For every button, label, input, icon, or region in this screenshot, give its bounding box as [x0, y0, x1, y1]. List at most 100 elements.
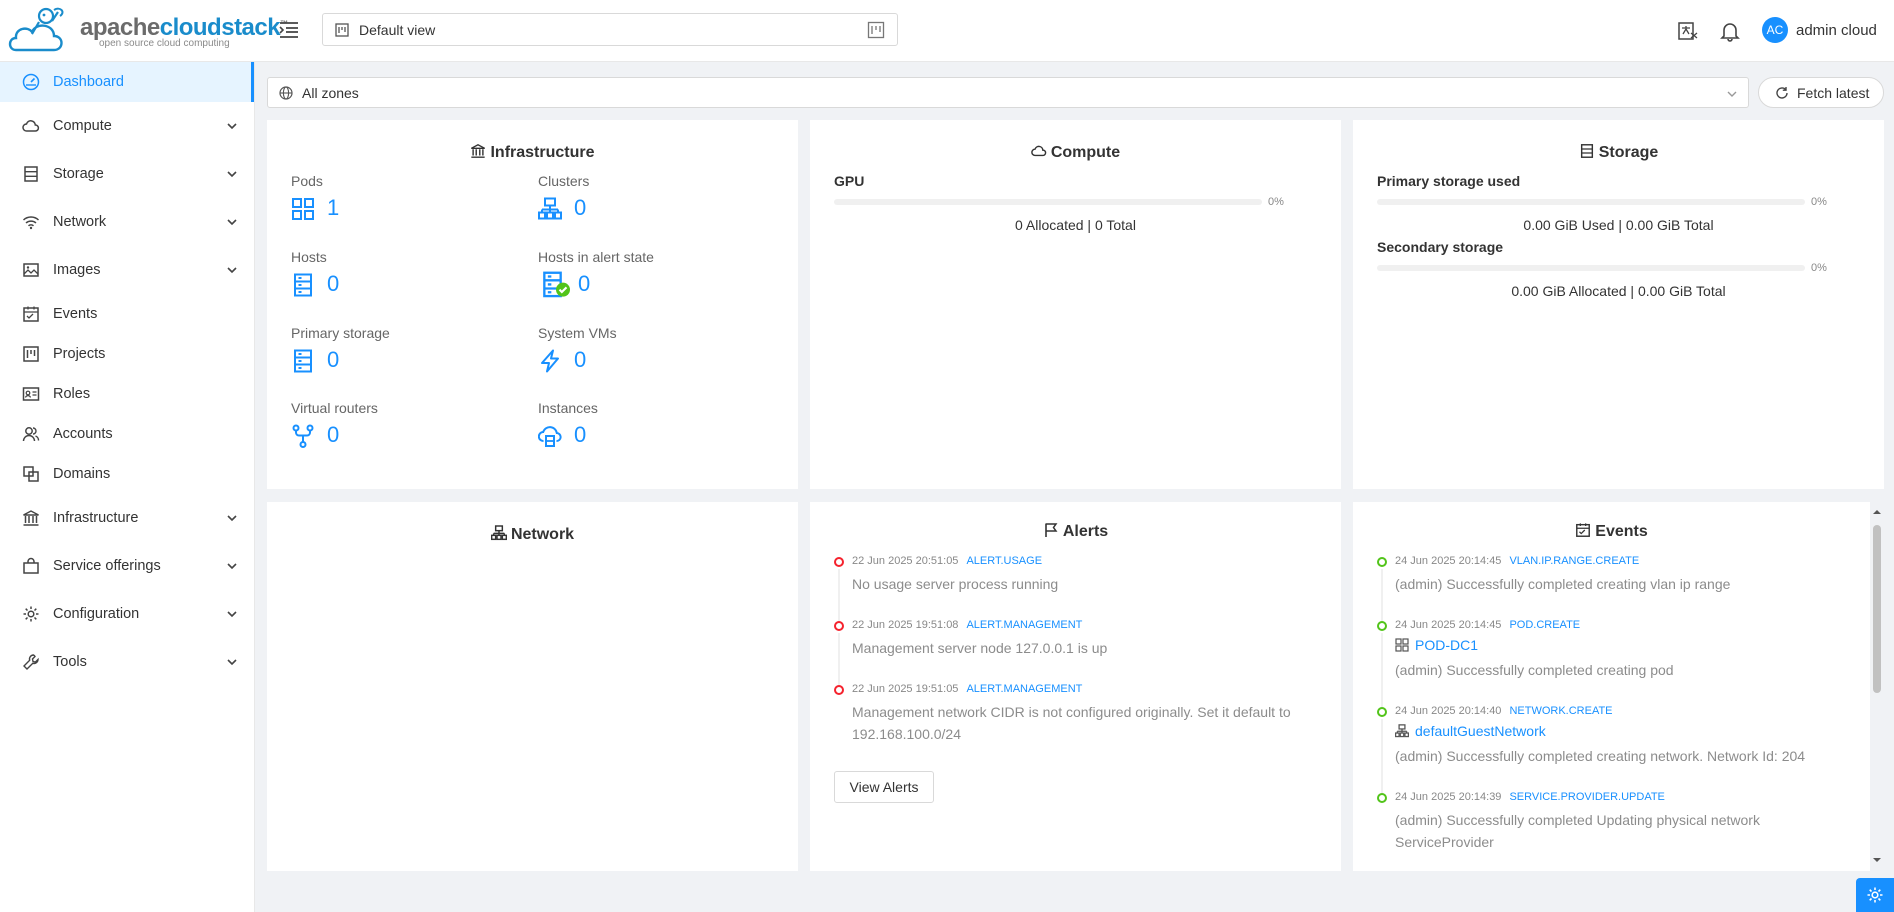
alert-description: Management network CIDR is not configure…: [852, 704, 1291, 742]
sidebar-item-service-offerings[interactable]: Service offerings: [0, 546, 254, 586]
stat-clusters[interactable]: Clusters 0: [538, 173, 589, 220]
sidebar-item-compute[interactable]: Compute: [0, 106, 254, 146]
sidebar-item-configuration[interactable]: Configuration: [0, 594, 254, 634]
stat-pods[interactable]: Pods 1: [291, 173, 339, 220]
storage-title-text: Storage: [1598, 144, 1659, 161]
stat-hosts-in-alert-state[interactable]: Hosts in alert state 0: [538, 249, 654, 298]
sidebar-item-label: Domains: [53, 466, 111, 482]
event-time: 24 Jun 2025 20:14:40: [1395, 705, 1502, 717]
zone-select[interactable]: All zones: [267, 77, 1749, 108]
chevron-down-icon: [227, 611, 237, 618]
event-description: (admin) Successfully completed creating …: [1395, 748, 1806, 764]
translation-icon[interactable]: [1677, 20, 1699, 42]
cloud-server-icon: [538, 426, 562, 447]
events-title-text: Events: [1595, 523, 1648, 540]
event-resource-name: POD-DC1: [1415, 637, 1479, 653]
sidebar-item-tools[interactable]: Tools: [0, 642, 254, 682]
avatar[interactable]: AC: [1762, 17, 1788, 43]
event-dot: [1377, 557, 1387, 567]
primary-storage-percent: 0%: [1811, 196, 1827, 208]
project-icon: [335, 23, 349, 37]
sidebar-item-infrastructure[interactable]: Infrastructure: [0, 498, 254, 538]
sidebar-item-dashboard[interactable]: Dashboard: [0, 62, 254, 102]
schedule-icon: [1576, 523, 1591, 537]
picture-icon: [23, 263, 39, 277]
sidebar-item-label: Storage: [53, 166, 104, 182]
stat-hosts[interactable]: Hosts 0: [291, 249, 339, 297]
stat-label: Hosts in alert state: [538, 249, 654, 265]
scroll-down-icon[interactable]: [1870, 853, 1884, 867]
alert-type[interactable]: ALERT.MANAGEMENT: [966, 619, 1082, 631]
fork-icon: [292, 424, 314, 448]
alert-type[interactable]: ALERT.MANAGEMENT: [966, 683, 1082, 695]
event-time: 24 Jun 2025 20:14:45: [1395, 555, 1502, 567]
timeline-line: [1381, 633, 1383, 707]
sidebar-item-storage[interactable]: Storage: [0, 154, 254, 194]
sidebar-item-label: Dashboard: [53, 74, 124, 90]
bank-icon: [471, 144, 486, 158]
menu-fold-icon[interactable]: [278, 20, 300, 40]
primary-storage-caption: 0.00 GiB Used | 0.00 GiB Total: [1523, 217, 1714, 233]
event-time-row: 24 Jun 2025 20:14:45 POD.CREATE: [1395, 619, 1580, 631]
stat-value: 0: [327, 422, 340, 447]
sidebar-item-events[interactable]: Events: [0, 294, 254, 334]
appstore-icon: [292, 198, 314, 220]
network-card-title: Network: [267, 525, 798, 544]
event-resource-link[interactable]: POD-DC1: [1395, 637, 1478, 653]
team-icon: [22, 427, 40, 442]
cloudstack-logo[interactable]: apachecloudstack™ open source cloud comp…: [6, 4, 288, 58]
event-type[interactable]: VLAN.IP.RANGE.CREATE: [1509, 555, 1639, 567]
scrollbar-thumb[interactable]: [1873, 525, 1881, 693]
flag-icon: [1045, 523, 1058, 537]
dashboard-icon: [22, 73, 40, 91]
stat-label: Pods: [291, 173, 323, 189]
event-type[interactable]: SERVICE.PROVIDER.UPDATE: [1509, 791, 1664, 803]
dashboard-view-select[interactable]: Default view: [322, 13, 898, 46]
network-card: Network: [267, 502, 798, 871]
cluster-icon: [538, 197, 562, 220]
timeline-line: [838, 633, 840, 685]
view-alerts-button[interactable]: View Alerts: [834, 771, 934, 803]
tool-icon: [23, 654, 39, 670]
fetch-latest-button[interactable]: Fetch latest: [1758, 77, 1884, 108]
project-icon: [867, 21, 885, 39]
top-header: apachecloudstack™ open source cloud comp…: [0, 0, 1894, 62]
scroll-up-icon[interactable]: [1870, 505, 1884, 519]
event-type[interactable]: POD.CREATE: [1509, 619, 1580, 631]
sidebar: Dashboard Compute Storage Network Images…: [0, 62, 255, 912]
sidebar-item-roles[interactable]: Roles: [0, 374, 254, 414]
event-dot: [1377, 707, 1387, 717]
page-scrollbar[interactable]: [1870, 503, 1884, 871]
sidebar-item-label: Service offerings: [53, 558, 161, 574]
sidebar-item-accounts[interactable]: Accounts: [0, 414, 254, 454]
bell-icon[interactable]: [1719, 20, 1741, 42]
event-time-row: 24 Jun 2025 20:14:39 SERVICE.PROVIDER.UPD…: [1395, 791, 1665, 803]
brand-word-apache: apache: [80, 14, 160, 41]
chevron-down-icon: [1727, 91, 1737, 97]
sidebar-item-label: Compute: [53, 118, 112, 134]
project-icon: [23, 346, 39, 362]
stat-system-vms[interactable]: System VMs 0: [538, 325, 617, 373]
stat-virtual-routers[interactable]: Virtual routers 0: [291, 400, 378, 448]
alert-type[interactable]: ALERT.USAGE: [966, 555, 1042, 567]
sidebar-item-domains[interactable]: Domains: [0, 454, 254, 494]
alert-description: No usage server process running: [852, 576, 1059, 592]
settings-float-button[interactable]: [1856, 878, 1894, 912]
stat-instances[interactable]: Instances 0: [538, 400, 598, 447]
stat-primary-storage[interactable]: Primary storage 0: [291, 325, 390, 373]
sidebar-item-network[interactable]: Network: [0, 202, 254, 242]
event-type[interactable]: NETWORK.CREATE: [1509, 705, 1612, 717]
user-name[interactable]: admin cloud: [1796, 22, 1877, 39]
compute-card-title: Compute: [810, 143, 1341, 162]
event-dot: [1377, 793, 1387, 803]
idcard-icon: [22, 387, 40, 401]
sidebar-item-label: Images: [53, 262, 101, 278]
sidebar-item-images[interactable]: Images: [0, 250, 254, 290]
event-time: 24 Jun 2025 20:14:45: [1395, 619, 1502, 631]
event-time: 24 Jun 2025 20:14:39: [1395, 791, 1502, 803]
event-resource-link[interactable]: defaultGuestNetwork: [1395, 723, 1546, 739]
sidebar-item-projects[interactable]: Projects: [0, 334, 254, 374]
chevron-down-icon: [227, 219, 237, 226]
infrastructure-title-text: Infrastructure: [490, 144, 595, 161]
chevron-down-icon: [227, 659, 237, 666]
